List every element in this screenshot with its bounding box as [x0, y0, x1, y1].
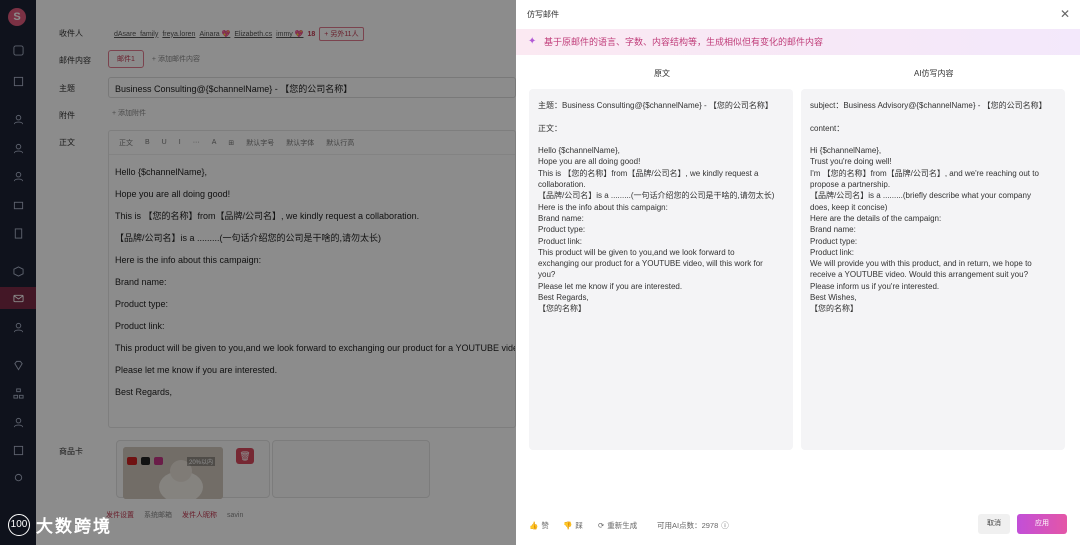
- original-line: you?: [538, 270, 556, 280]
- original-line: collaboration.: [538, 180, 586, 190]
- apply-button[interactable]: 应用: [1017, 514, 1067, 534]
- original-line: Product link:: [538, 236, 583, 246]
- drawer-footer: 👍 赞 👎 踩 ⟳ 重新生成 可用AI点数：2978 ⓘ 取消 应用: [516, 508, 1080, 545]
- original-line: Best Regards,: [538, 293, 589, 303]
- original-title: 原文: [654, 69, 670, 78]
- banner-text: 基于原邮件的语言、字数、内容结构等，生成相似但有变化的邮件内容: [544, 37, 824, 47]
- ai-line: [810, 134, 1056, 145]
- rewrite-mail-drawer: 仿写邮件 ✕ ✦ 基于原邮件的语言、字数、内容结构等，生成相似但有变化的邮件内容…: [516, 0, 1080, 545]
- ai-line: receive a YOUTUBE video. Would this arra…: [810, 270, 1029, 280]
- original-line: 主题：Business Consulting@{$channelName} - …: [538, 101, 773, 110]
- original-line: This product will be given to you,and we…: [538, 247, 735, 257]
- credits-label: 可用AI点数：2978: [657, 521, 719, 530]
- ai-line: I'm 【您的名称】from【品牌/公司名】, and we're reachi…: [810, 168, 1039, 178]
- magic-wand-icon: ✦: [528, 36, 537, 47]
- ai-line: 【品牌/公司名】is a .........(briefly describe …: [810, 191, 1031, 201]
- original-panel: 主题：Business Consulting@{$channelName} - …: [529, 89, 793, 450]
- original-line: 【品牌/公司名】is a .........(一句话介绍您的公司是干啥的,请勿太…: [538, 191, 775, 201]
- original-line: exchanging our product for a YOUTUBE vid…: [538, 259, 763, 269]
- original-line: This is 【您的名称】from【品牌/公司名】, we kindly re…: [538, 168, 759, 178]
- info-banner: ✦ 基于原邮件的语言、字数、内容结构等，生成相似但有变化的邮件内容: [516, 29, 1080, 55]
- like-label: 赞: [541, 521, 549, 530]
- thumbs-down-icon: 👎: [563, 521, 573, 530]
- original-line: Hope you are all doing good!: [538, 157, 641, 167]
- like-button[interactable]: 👍 赞: [529, 520, 549, 531]
- original-line: Here is the info about this campaign:: [538, 202, 668, 212]
- info-icon[interactable]: ⓘ: [721, 520, 729, 531]
- ai-title: AI仿写内容: [914, 69, 954, 78]
- ai-line: [810, 111, 1056, 122]
- dislike-button[interactable]: 👎 踩: [563, 520, 583, 531]
- original-line: Hello {$channelName},: [538, 146, 620, 156]
- watermark-logo: 100: [8, 513, 30, 536]
- original-line: Product type:: [538, 225, 586, 235]
- ai-line: Here are the details of the campaign:: [810, 213, 942, 223]
- original-line: 正文：: [538, 123, 562, 133]
- original-line: Please let me know if you are interested…: [538, 281, 683, 291]
- dislike-label: 踩: [575, 521, 583, 530]
- ai-line: We will provide you with this product, a…: [810, 259, 1032, 269]
- ai-line: Trust you're doing well!: [810, 157, 892, 167]
- ai-line: Product link:: [810, 247, 855, 257]
- ai-line: content：: [810, 123, 845, 133]
- ai-line: Hi {$channelName},: [810, 146, 882, 156]
- original-line: [538, 111, 784, 122]
- ai-line: propose a partnership.: [810, 180, 891, 190]
- regenerate-button[interactable]: ⟳ 重新生成: [598, 520, 637, 531]
- original-line: 【您的名称】: [538, 304, 586, 314]
- ai-panel: subject：Business Advisory@{$channelName}…: [801, 89, 1065, 450]
- drawer-title: 仿写邮件: [527, 10, 559, 19]
- ai-line: does, keep it concise): [810, 202, 888, 212]
- ai-credits: 可用AI点数：2978 ⓘ: [657, 520, 729, 531]
- original-line: Brand name:: [538, 213, 584, 223]
- original-line: [538, 134, 784, 145]
- ai-line: Product type:: [810, 236, 858, 246]
- ai-line: Please inform us if you're interested.: [810, 281, 940, 291]
- refresh-icon: ⟳: [598, 521, 605, 530]
- ai-line: 【您的名称】: [810, 304, 858, 314]
- watermark-text: 大数跨境: [36, 517, 112, 536]
- cancel-button[interactable]: 取消: [978, 514, 1010, 534]
- regenerate-label: 重新生成: [607, 521, 638, 530]
- ai-line: Brand name:: [810, 225, 856, 235]
- thumbs-up-icon: 👍: [529, 521, 539, 530]
- ai-line: Best Wishes,: [810, 293, 857, 303]
- close-icon[interactable]: ✕: [1060, 7, 1070, 21]
- ai-line: subject：Business Advisory@{$channelName}…: [810, 101, 1047, 110]
- modal-overlay[interactable]: [0, 0, 516, 545]
- watermark: 100 大数跨境: [8, 512, 112, 537]
